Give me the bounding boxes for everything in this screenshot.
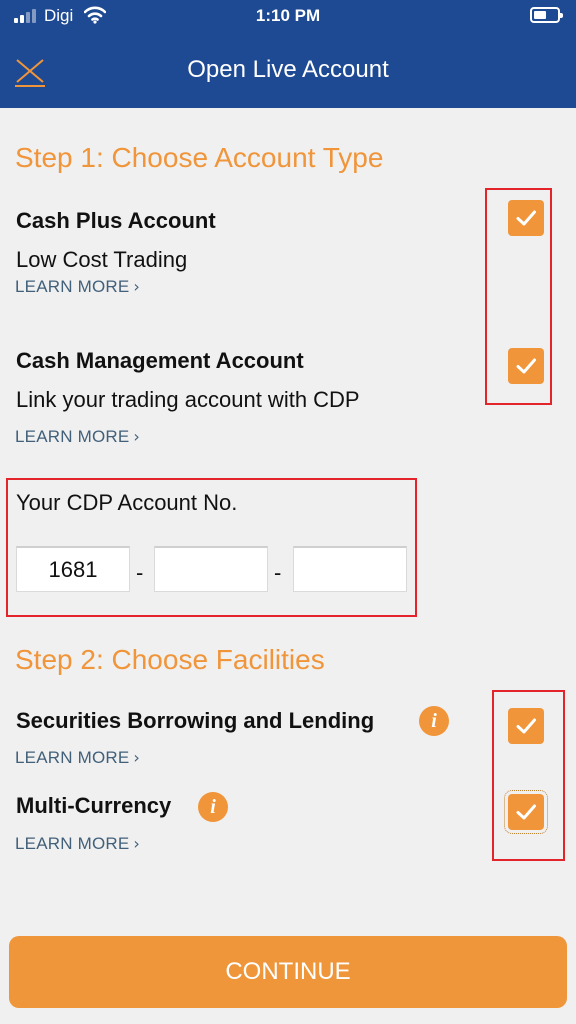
cash-plus-account-description: Low Cost Trading — [16, 247, 188, 272]
multi-currency-learn-more-link[interactable]: LEARN MORE › — [15, 834, 140, 854]
continue-button[interactable]: CONTINUE — [9, 936, 567, 1008]
step1-title: Step 1: Choose Account Type — [15, 142, 384, 173]
page-title: Open Live Account — [187, 56, 389, 83]
cash-management-learn-more-link[interactable]: LEARN MORE › — [15, 427, 140, 447]
chevron-right-icon: › — [133, 748, 141, 767]
cash-management-account-description: Link your trading account with CDP — [16, 387, 360, 412]
facilities-highlight-box — [492, 690, 565, 861]
status-bar: Digi 1:10 PM — [0, 0, 576, 34]
cash-plus-account-label: Cash Plus Account — [16, 208, 216, 233]
chevron-right-icon: › — [133, 427, 141, 446]
top-bar: Digi 1:10 PM Open Live Account — [0, 0, 576, 108]
chevron-right-icon: › — [133, 834, 141, 853]
step2-title: Step 2: Choose Facilities — [15, 644, 325, 675]
status-time: 1:10 PM — [255, 6, 321, 25]
battery-icon — [530, 7, 563, 23]
cash-management-account-label: Cash Management Account — [16, 348, 304, 373]
info-icon[interactable]: i — [419, 706, 449, 736]
cash-plus-learn-more-link[interactable]: LEARN MORE › — [15, 277, 140, 297]
securities-borrowing-lending-label: Securities Borrowing and Lending — [16, 708, 375, 733]
chevron-right-icon: › — [133, 277, 141, 296]
sbl-learn-more-link[interactable]: LEARN MORE › — [15, 748, 140, 768]
multi-currency-label: Multi-Currency — [16, 793, 172, 818]
account-type-highlight-box — [485, 188, 552, 405]
info-icon[interactable]: i — [198, 792, 228, 822]
cdp-account-highlight-box — [6, 478, 417, 617]
